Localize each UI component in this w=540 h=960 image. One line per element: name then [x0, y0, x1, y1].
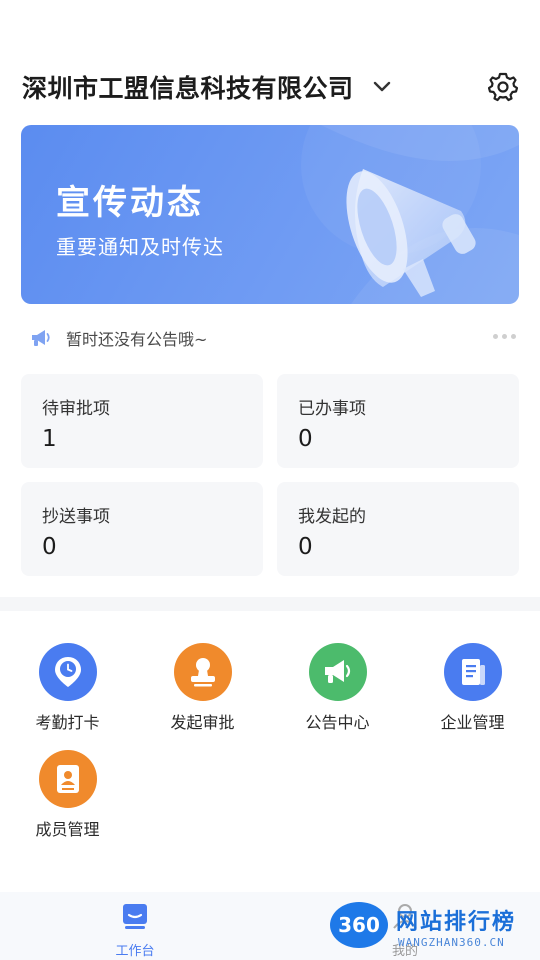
megaphone-icon: [308, 643, 367, 701]
stat-card-initiated[interactable]: 我发起的 0: [277, 482, 519, 576]
header: 深圳市工盟信息科技有限公司: [22, 64, 520, 110]
tab-label: 工作台: [115, 944, 155, 959]
app-label: 公告中心: [305, 713, 370, 732]
notice-bar[interactable]: 暂时还没有公告哦~: [30, 322, 518, 354]
stat-label: 已办事项: [298, 399, 366, 419]
megaphone-icon: [343, 159, 493, 303]
tab-workbench[interactable]: 工作台: [75, 902, 195, 959]
stat-label: 抄送事项: [42, 507, 110, 527]
stat-label: 待审批项: [42, 399, 110, 419]
app-label: 考勤打卡: [35, 713, 100, 732]
app-label: 发起审批: [170, 713, 235, 732]
app-members[interactable]: 成员管理: [0, 750, 135, 840]
app-approval[interactable]: 发起审批: [135, 643, 270, 733]
document-icon: [443, 643, 502, 701]
stat-value: 0: [298, 534, 313, 560]
id-card-icon: [38, 750, 97, 808]
watermark-subtitle: WANGZHAN360.CN: [398, 936, 505, 949]
notice-text: 暂时还没有公告哦~: [66, 330, 208, 349]
stat-value: 0: [42, 534, 57, 560]
stat-value: 1: [42, 426, 57, 452]
app-attendance[interactable]: 考勤打卡: [0, 643, 135, 733]
watermark: 360 网站排行榜 WANGZHAN360.CN: [330, 898, 540, 960]
stat-card-pending[interactable]: 待审批项 1: [21, 374, 263, 468]
app-announcements[interactable]: 公告中心: [270, 643, 405, 733]
watermark-badge: 360: [330, 902, 388, 948]
stamp-icon: [173, 643, 232, 701]
stat-card-cc[interactable]: 抄送事项 0: [21, 482, 263, 576]
company-name[interactable]: 深圳市工盟信息科技有限公司: [22, 69, 354, 105]
stat-card-done[interactable]: 已办事项 0: [277, 374, 519, 468]
chevron-down-icon[interactable]: [372, 77, 392, 97]
banner-title: 宣传动态: [56, 183, 204, 223]
promo-banner[interactable]: 宣传动态 重要通知及时传达: [21, 125, 519, 304]
app-enterprise[interactable]: 企业管理: [405, 643, 540, 733]
banner-subtitle: 重要通知及时传达: [56, 235, 224, 259]
more-dots-icon[interactable]: [493, 334, 516, 339]
announcement-icon: [30, 328, 52, 348]
section-divider: [0, 597, 540, 611]
app-label: 成员管理: [35, 820, 100, 839]
gear-icon[interactable]: [487, 72, 519, 102]
watermark-title: 网站排行榜: [396, 910, 517, 935]
app-label: 企业管理: [440, 713, 505, 732]
workbench-icon: [121, 902, 149, 934]
stat-value: 0: [298, 426, 313, 452]
stat-label: 我发起的: [298, 507, 366, 527]
location-clock-icon: [38, 643, 97, 701]
